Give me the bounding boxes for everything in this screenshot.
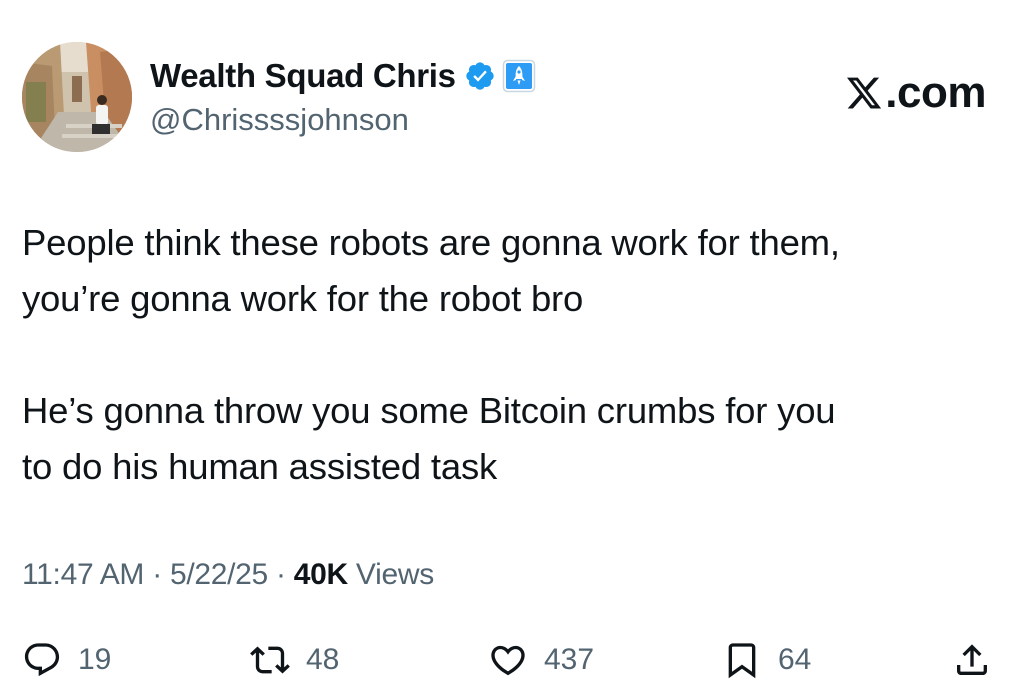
repost-button[interactable]: 48: [250, 632, 339, 688]
reply-icon: [24, 643, 60, 677]
like-count: 437: [544, 643, 595, 676]
tweet-line: He’s gonna throw you some Bitcoin crumbs…: [22, 390, 836, 431]
tweet-line: People think these robots are gonna work…: [22, 222, 840, 263]
display-name[interactable]: Wealth Squad Chris: [150, 57, 456, 95]
share-button[interactable]: [952, 632, 992, 688]
tweet-paragraph: People think these robots are gonna work…: [22, 215, 1002, 327]
heart-icon: [491, 645, 525, 676]
tweet-line: to do his human assisted task: [22, 446, 498, 487]
bookmark-count: 64: [778, 643, 812, 676]
views-label: Views: [355, 558, 434, 591]
repost-icon: [250, 646, 290, 674]
avatar[interactable]: [22, 42, 132, 152]
like-button[interactable]: 437: [488, 632, 594, 688]
brand-label: .com: [885, 68, 986, 117]
author-name-row: Wealth Squad Chris: [150, 54, 536, 98]
rocket-badge-icon[interactable]: [502, 59, 536, 93]
tweet-time[interactable]: 11:47 AM: [22, 558, 144, 591]
action-bar: 19 48 437 64: [0, 632, 1024, 688]
tweet-paragraph: He’s gonna throw you some Bitcoin crumbs…: [22, 383, 1002, 495]
repost-count: 48: [306, 643, 340, 676]
x-logo-icon: [847, 77, 882, 109]
avatar-image: [22, 42, 132, 152]
reply-count: 19: [78, 643, 112, 676]
bookmark-button[interactable]: 64: [722, 632, 811, 688]
verified-badge-icon[interactable]: [464, 60, 496, 92]
share-icon: [957, 644, 987, 675]
tweet-line: you’re gonna work for the robot bro: [22, 278, 584, 319]
meta-separator: ·: [275, 558, 286, 591]
brand-watermark: .com: [845, 68, 986, 118]
author-handle[interactable]: @Chrissssjohnson: [150, 102, 409, 138]
reply-button[interactable]: 19: [22, 632, 111, 688]
meta-separator: ·: [152, 558, 162, 591]
tweet-text: People think these robots are gonna work…: [22, 215, 1002, 495]
bookmark-icon: [728, 643, 756, 679]
tweet-meta: 11:47 AM · 5/22/25 · 40K Views: [22, 558, 434, 592]
tweet-date[interactable]: 5/22/25: [170, 558, 268, 591]
views-count: 40K: [293, 558, 348, 591]
